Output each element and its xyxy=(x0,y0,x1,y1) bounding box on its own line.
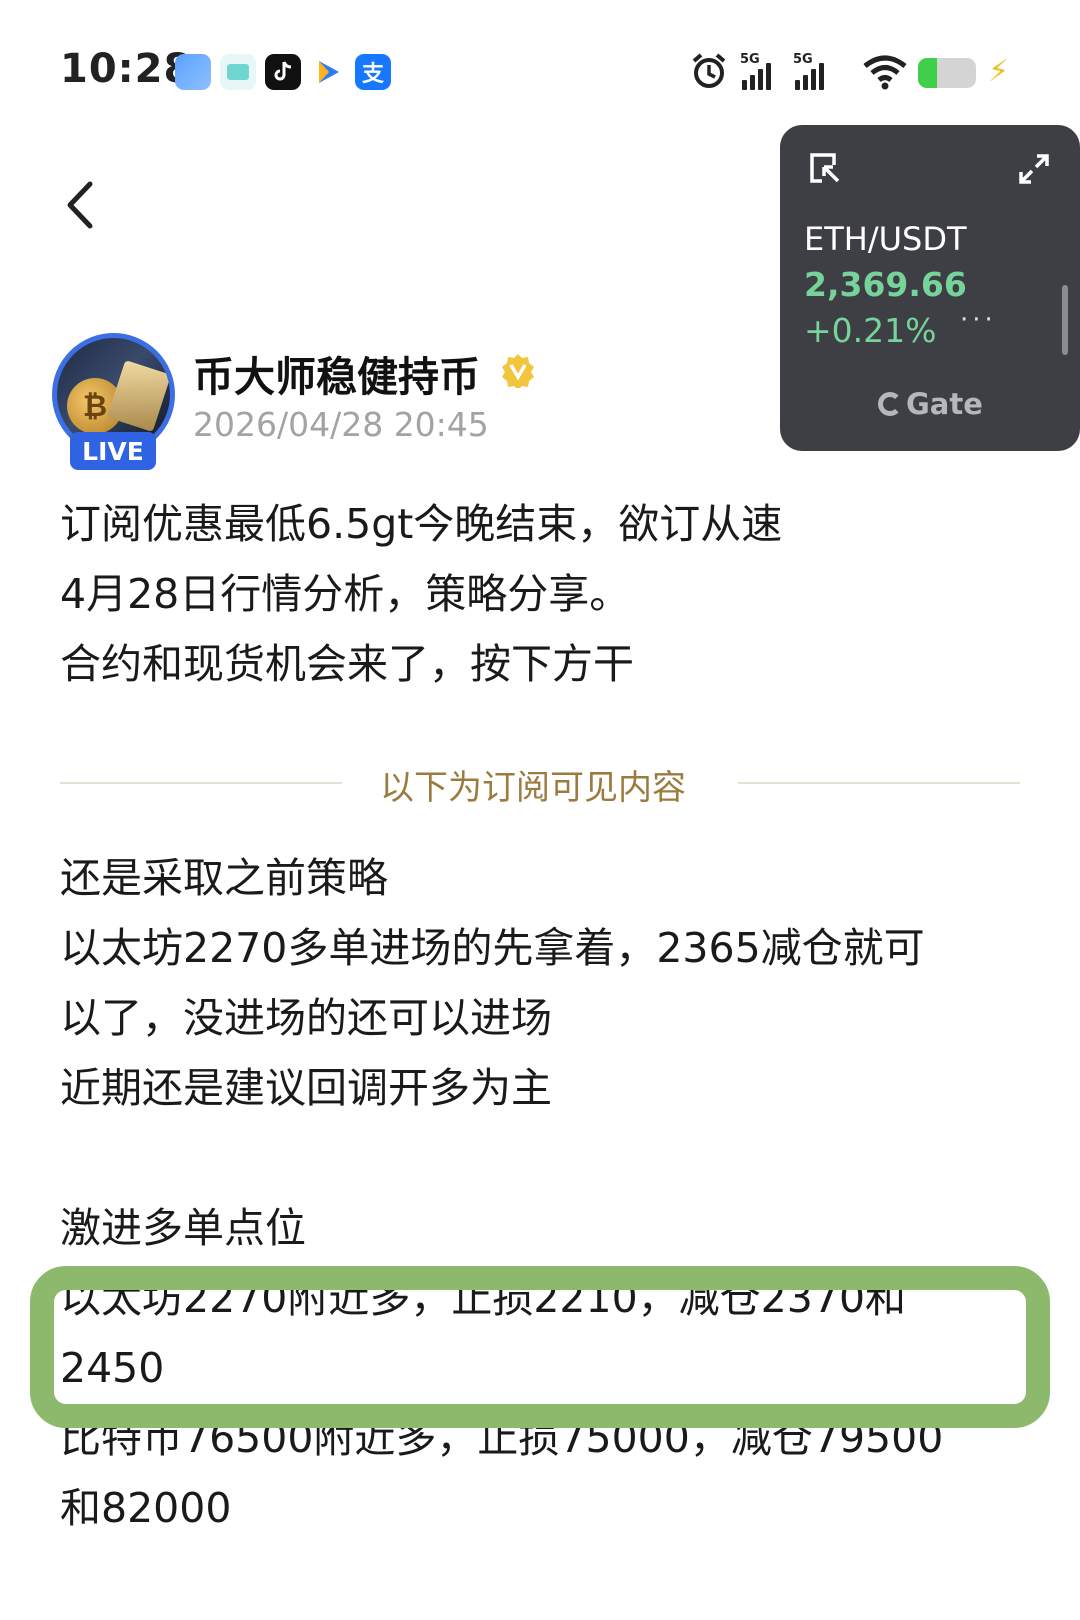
divider-left xyxy=(60,782,342,784)
signal-5g-icon-2: 5G xyxy=(793,52,824,90)
highlight-box xyxy=(30,1266,1050,1428)
intro-line: 4月28日行情分析，策略分享。 xyxy=(60,570,631,618)
exit-float-icon[interactable] xyxy=(808,151,842,185)
strategy-line: 以了，没进场的还可以进场 xyxy=(60,994,552,1042)
verified-badge-icon xyxy=(500,352,536,390)
strategy-line: 近期还是建议回调开多为主 xyxy=(60,1064,552,1112)
status-time: 10:28 xyxy=(60,46,193,92)
live-badge[interactable]: LIVE xyxy=(70,432,156,470)
ticker-pair: ETH/USDT xyxy=(804,220,967,258)
battery-icon xyxy=(918,58,976,88)
strategy-line: 以太坊2270多单进场的先拿着，2365减仓就可 xyxy=(60,924,925,972)
alipay-icon: 支 xyxy=(355,54,391,90)
tiktok-icon xyxy=(265,54,301,90)
teal-app-icon xyxy=(220,54,256,90)
ticker-change: +0.21% xyxy=(804,311,937,350)
subscribe-divider-label: 以下为订阅可见内容 xyxy=(380,768,686,808)
wifi-icon xyxy=(862,54,908,90)
ticker-price: 2,369.66 xyxy=(804,265,967,304)
intro-line: 合约和现货机会来了，按下方干 xyxy=(60,640,634,688)
post-timestamp: 2026/04/28 20:45 xyxy=(193,405,489,444)
status-bar: 10:28 支 5G 5G ⚡ xyxy=(0,0,1080,110)
more-dots-icon[interactable]: ··· xyxy=(960,307,997,333)
points-title: 激进多单点位 xyxy=(60,1204,306,1252)
expand-icon[interactable] xyxy=(1018,153,1050,185)
play-arrow-app-icon xyxy=(310,54,346,90)
intro-line: 订阅优惠最低6.5gt今晚结束，欲订从速 xyxy=(60,500,783,548)
alarm-icon xyxy=(690,52,728,90)
blue-app-icon xyxy=(175,54,211,90)
gate-logo: Gate xyxy=(878,387,983,421)
gate-mark-icon xyxy=(878,392,902,416)
points-line: 和82000 xyxy=(60,1484,232,1532)
divider-right xyxy=(738,782,1020,784)
price-ticker-widget[interactable]: ··· ETH/USDT 2,369.66 +0.21% Gate xyxy=(780,125,1080,451)
ticker-scrollbar[interactable] xyxy=(1062,285,1068,355)
charging-bolt-icon: ⚡ xyxy=(988,54,1010,89)
author-name[interactable]: 币大师稳健持币 xyxy=(193,343,480,403)
back-button[interactable] xyxy=(56,170,116,240)
signal-5g-icon-1: 5G xyxy=(740,52,771,90)
strategy-line: 还是采取之前策略 xyxy=(60,854,388,902)
